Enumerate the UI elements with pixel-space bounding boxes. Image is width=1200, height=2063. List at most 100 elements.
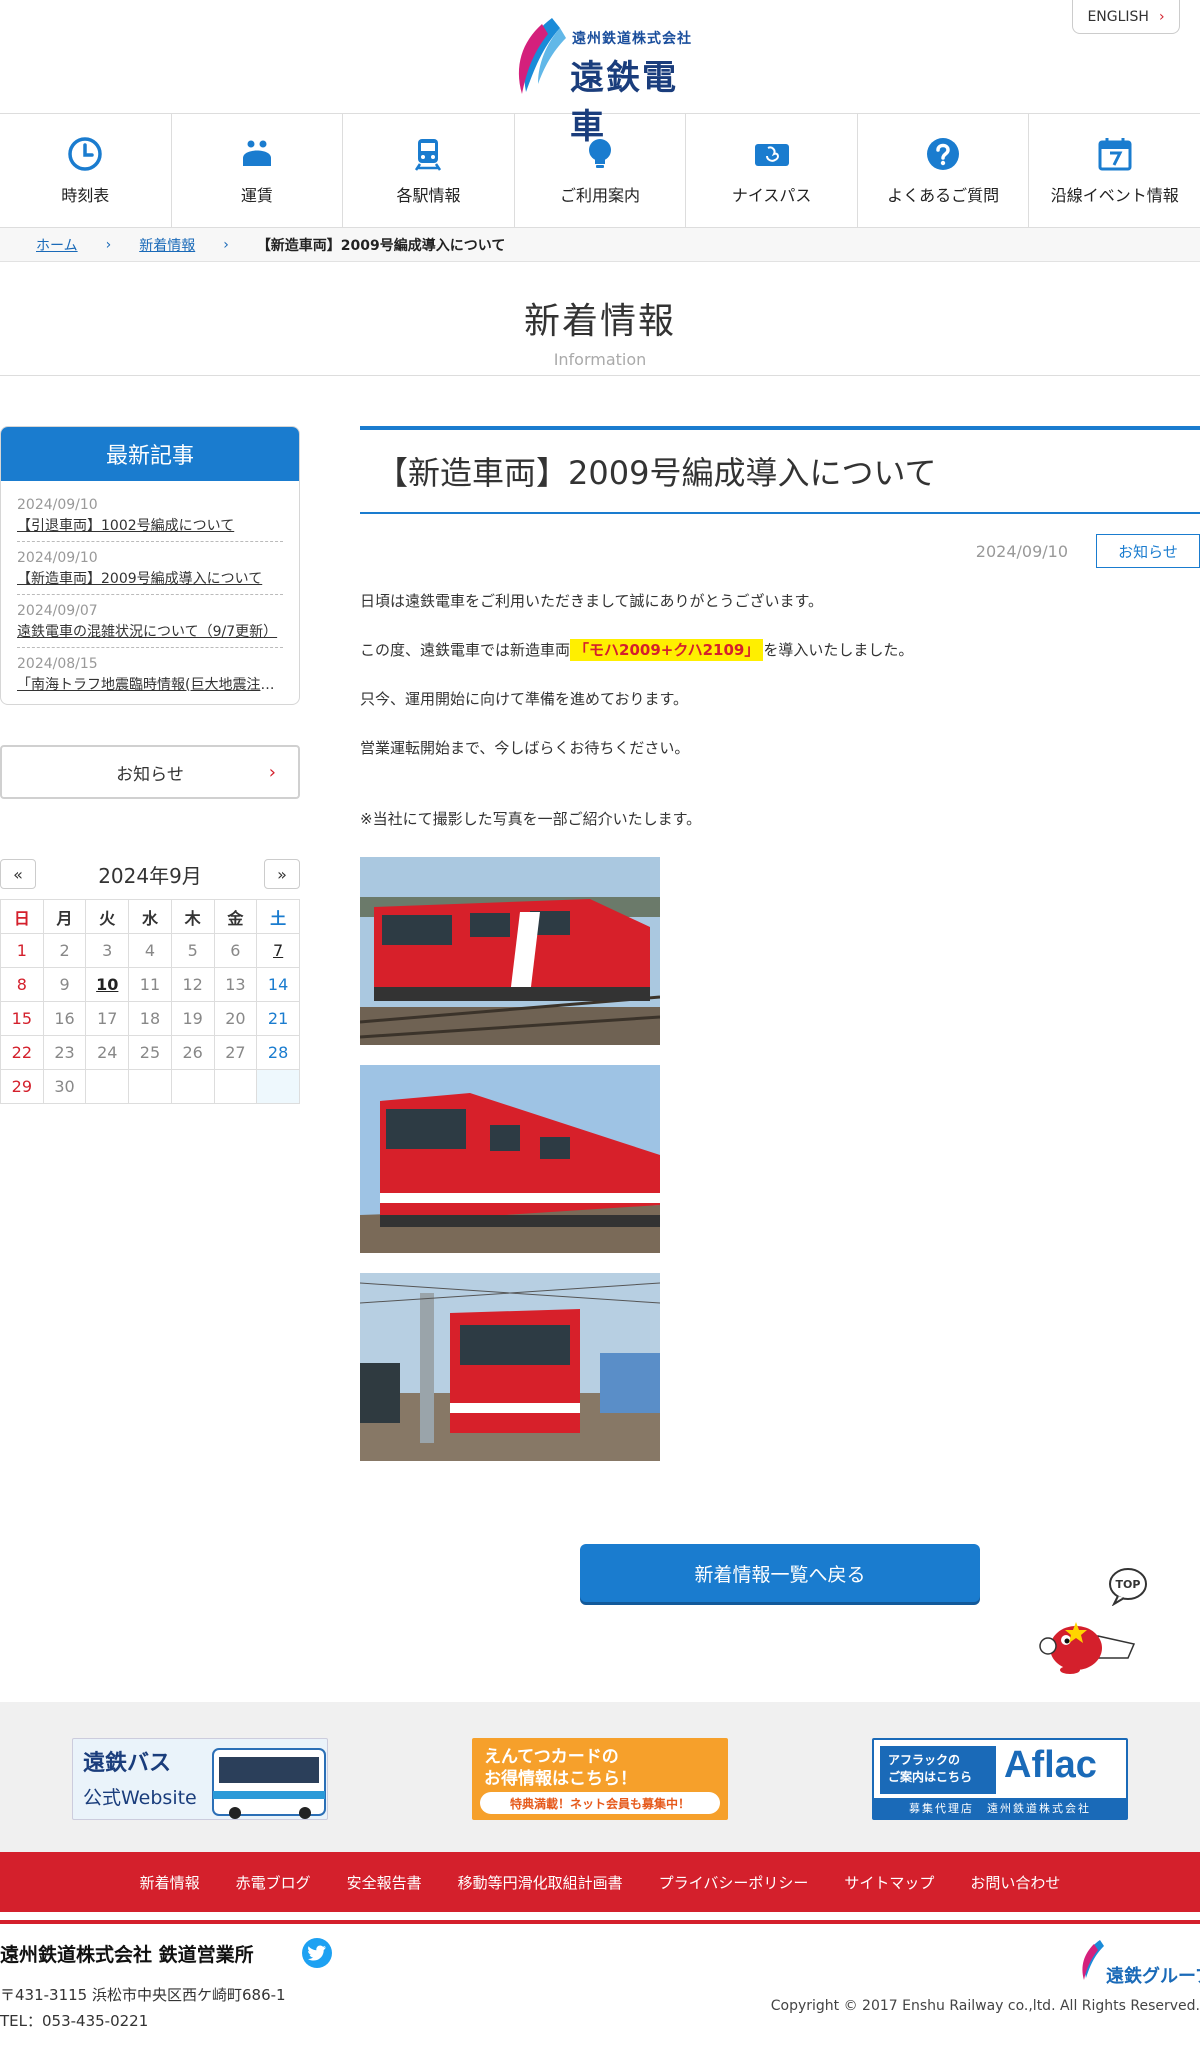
train-photo-1[interactable] bbox=[360, 857, 660, 1045]
purse-icon bbox=[242, 140, 271, 166]
footer-link-privacy[interactable]: プライバシーポリシー bbox=[659, 1872, 809, 1893]
chevron-right-icon: › bbox=[223, 236, 229, 253]
entetsu-group-label[interactable]: 遠鉄グループ bbox=[1106, 1962, 1200, 1988]
calendar-day: 26 bbox=[170, 1035, 215, 1070]
recent-post-date: 2024/09/10 bbox=[17, 550, 98, 566]
aflac-banner-brand: Aflac bbox=[1004, 1744, 1097, 1786]
breadcrumb-news-link[interactable]: 新着情報 bbox=[139, 235, 195, 255]
recent-post-item: 2024/09/10 【引退車両】1002号編成について bbox=[17, 489, 283, 542]
train-photo-2[interactable] bbox=[360, 1065, 660, 1253]
logo-mark-icon bbox=[518, 18, 566, 94]
calendar-day-link[interactable]: 7 bbox=[256, 933, 300, 968]
calendar-day: 23 bbox=[42, 1035, 87, 1070]
recent-posts-heading: 最新記事 bbox=[1, 427, 299, 481]
calendar-day: 3 bbox=[85, 933, 130, 968]
recent-post-link[interactable]: 【引退車両】1002号編成について bbox=[17, 515, 283, 535]
calendar-day-empty bbox=[128, 1069, 172, 1104]
back-to-list-button[interactable]: 新着情報一覧へ戻る bbox=[580, 1544, 980, 1602]
calendar-day: 1 bbox=[0, 933, 44, 968]
recent-post-item: 2024/08/15 「南海トラフ地震臨時情報(巨大地震注意)」 bbox=[17, 648, 283, 700]
calendar-day: 6 bbox=[213, 933, 258, 968]
footer-link-news[interactable]: 新着情報 bbox=[140, 1872, 200, 1893]
article-paragraph: 日頃は遠鉄電車をご利用いただきまして誠にありがとうございます。 bbox=[360, 592, 824, 610]
calendar-day-empty bbox=[170, 1069, 215, 1104]
recent-post-link[interactable]: 「南海トラフ地震臨時情報(巨大地震注意)」 bbox=[17, 674, 283, 694]
train-photo-3[interactable] bbox=[360, 1273, 660, 1461]
recent-posts-box: 最新記事 2024/09/10 【引退車両】1002号編成について 2024/0… bbox=[0, 426, 300, 705]
footer-divider bbox=[0, 1920, 1200, 1924]
card-banner-line2: お得情報はこちら！ bbox=[484, 1769, 637, 1789]
chevron-right-icon: › bbox=[105, 236, 112, 253]
aflac-banner[interactable]: アフラックの ご案内はこちら Aflac 募集代理店 遠州鉄道株式会社 bbox=[872, 1738, 1128, 1820]
calendar-day: 22 bbox=[0, 1035, 44, 1070]
article-note: ※当社にて撮影した写真を一部ご紹介いたします。 bbox=[360, 810, 702, 828]
nav-label: 運賃 bbox=[240, 185, 273, 205]
weekday-header: 水 bbox=[128, 899, 172, 934]
nav-label: 時刻表 bbox=[61, 185, 110, 205]
article-paragraph: 営業運転開始まで、今しばらくお待ちください。 bbox=[360, 739, 690, 757]
calendar-day: 24 bbox=[85, 1035, 130, 1070]
category-badge[interactable]: お知らせ bbox=[1096, 534, 1200, 568]
bus-website-banner[interactable]: 遠鉄バス 公式Website bbox=[72, 1738, 328, 1820]
calendar-next-button[interactable]: » bbox=[264, 859, 300, 889]
footer-nav: 新着情報 赤電ブログ 安全報告書 移動等円滑化取組計画書 プライバシーポリシー … bbox=[0, 1852, 1200, 1916]
back-to-top-button[interactable]: TOP bbox=[1108, 1566, 1148, 1606]
weekday-header: 火 bbox=[85, 899, 130, 934]
calendar-day: 19 bbox=[170, 1001, 215, 1036]
calendar-day: 9 bbox=[42, 967, 87, 1002]
article-body: 日頃は遠鉄電車をご利用いただきまして誠にありがとうございます。 この度、遠鉄電車… bbox=[360, 590, 1200, 831]
clock-icon bbox=[68, 136, 103, 171]
nav-label: ナイスパス bbox=[731, 185, 812, 205]
calendar-day: 12 bbox=[170, 967, 215, 1002]
footer-link-safety-report[interactable]: 安全報告書 bbox=[347, 1872, 422, 1893]
recent-post-item: 2024/09/10 【新造車両】2009号編成導入について bbox=[17, 542, 283, 595]
recent-post-link[interactable]: 【新造車両】2009号編成導入について bbox=[17, 568, 283, 588]
english-label: ENGLISH bbox=[1087, 8, 1149, 25]
footer-link-mobility-plan[interactable]: 移動等円滑化取組計画書 bbox=[458, 1872, 623, 1893]
calendar-day: 27 bbox=[213, 1035, 258, 1070]
chevron-right-icon: › bbox=[268, 761, 276, 783]
recent-posts-list: 2024/09/10 【引退車両】1002号編成について 2024/09/10 … bbox=[1, 481, 299, 704]
entetsu-card-banner[interactable]: えんてつカードの お得情報はこちら！ 特典満載！ネット会員も募集中！ bbox=[472, 1738, 728, 1820]
article-title: 【新造車両】2009号編成導入について bbox=[376, 454, 937, 492]
calendar-day: 14 bbox=[256, 967, 300, 1002]
nav-item-guide[interactable]: ご利用案内 bbox=[515, 114, 687, 227]
site-header: 遠州鉄道株式会社 遠鉄電車 ENGLISH › bbox=[0, 0, 1200, 147]
nav-item-fare[interactable]: 運賃 bbox=[172, 114, 344, 227]
recent-post-link[interactable]: 遠鉄電車の混雑状況について（9/7更新） bbox=[17, 621, 283, 641]
calendar-day: 4 bbox=[128, 933, 172, 968]
calendar-day: 17 bbox=[85, 1001, 130, 1036]
calendar-prev-button[interactable]: « bbox=[0, 859, 36, 889]
calendar-day: 11 bbox=[128, 967, 172, 1002]
article-text: この度、遠鉄電車では新造車両 bbox=[360, 641, 571, 659]
english-button[interactable]: ENGLISH › bbox=[1072, 0, 1180, 34]
category-news-button[interactable]: お知らせ › bbox=[0, 745, 300, 799]
breadcrumb-home-link[interactable]: ホーム bbox=[36, 235, 78, 255]
article-meta: 2024/09/10 お知らせ bbox=[360, 534, 1200, 568]
calendar-day: 8 bbox=[0, 967, 44, 1002]
calendar-day: 18 bbox=[128, 1001, 172, 1036]
nav-item-events[interactable]: 沿線イベント情報 bbox=[1029, 114, 1200, 227]
category-news-label: お知らせ bbox=[116, 764, 184, 785]
article-paragraph: この度、遠鉄電車では新造車両 「モハ2009+クハ2109」 を導入いたしました。 bbox=[360, 639, 1200, 662]
nav-label: ご利用案内 bbox=[560, 185, 641, 205]
card-banner-line3: 特典満載！ネット会員も募集中！ bbox=[480, 1792, 720, 1814]
site-logo[interactable]: 遠州鉄道株式会社 遠鉄電車 bbox=[512, 8, 692, 147]
footer-link-sitemap[interactable]: サイトマップ bbox=[844, 1872, 934, 1893]
recent-post-date: 2024/08/15 bbox=[17, 656, 98, 672]
nav-item-faq[interactable]: よくあるご質問 bbox=[858, 114, 1030, 227]
mascot-icon bbox=[1039, 1622, 1136, 1674]
chevron-right-icon: › bbox=[1158, 8, 1165, 25]
twitter-bird-icon bbox=[308, 1945, 326, 1961]
nav-item-timetable[interactable]: 時刻表 bbox=[0, 114, 172, 227]
footer-link-blog[interactable]: 赤電ブログ bbox=[236, 1872, 311, 1893]
global-nav: 時刻表 運賃 各駅情報 ご利用案内 ナイスパス よくあるご質問 沿線イベント情報 bbox=[0, 114, 1200, 228]
nav-item-nicepass[interactable]: ナイスパス bbox=[686, 114, 858, 227]
page-title: 新着情報 bbox=[523, 301, 676, 342]
page-title-area: 新着情報 Information bbox=[0, 262, 1200, 376]
nav-label: 沿線イベント情報 bbox=[1050, 185, 1179, 205]
nav-item-stations[interactable]: 各駅情報 bbox=[343, 114, 515, 227]
twitter-icon[interactable] bbox=[302, 1938, 332, 1968]
footer-link-contact[interactable]: お問い合わせ bbox=[970, 1872, 1060, 1893]
calendar-day-link[interactable]: 10 bbox=[85, 967, 130, 1002]
